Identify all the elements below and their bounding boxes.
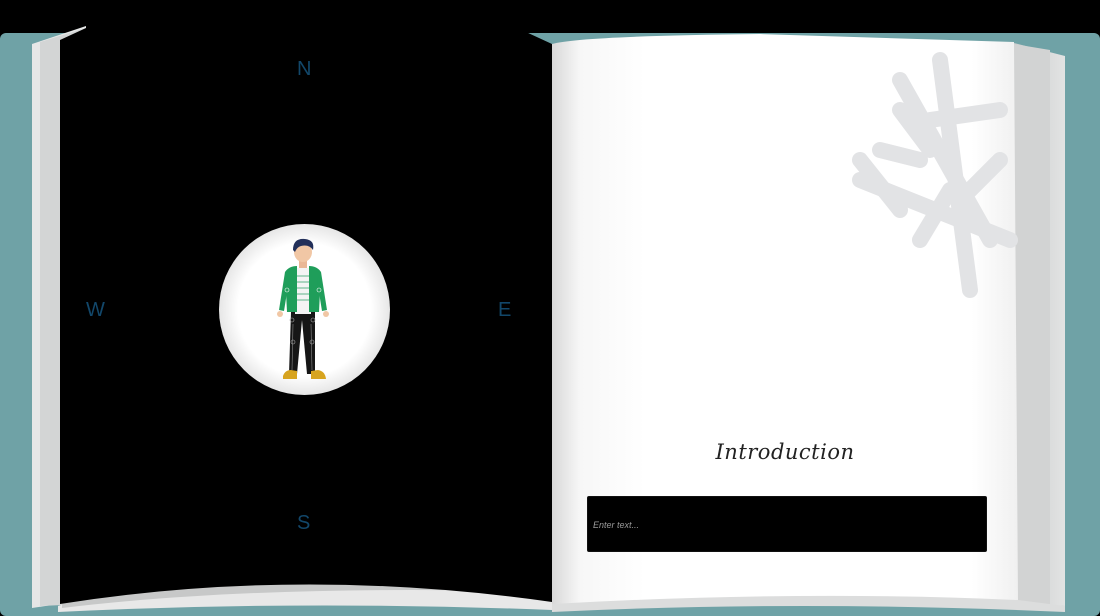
compass-west-label: W: [86, 299, 105, 321]
text-entry-box[interactable]: [587, 496, 987, 552]
compass-north-label: N: [297, 58, 312, 80]
book-scene: N S W E Introduction Enter text...: [0, 0, 1100, 616]
page-title: Introduction: [715, 440, 855, 464]
snowflake-icon: [852, 52, 1018, 298]
person-avatar-icon: [277, 238, 329, 379]
text-entry-input[interactable]: [588, 497, 986, 551]
compass-east-label: E: [498, 299, 512, 321]
compass-south-label: S: [297, 512, 311, 534]
character-portrait[interactable]: [219, 224, 390, 395]
